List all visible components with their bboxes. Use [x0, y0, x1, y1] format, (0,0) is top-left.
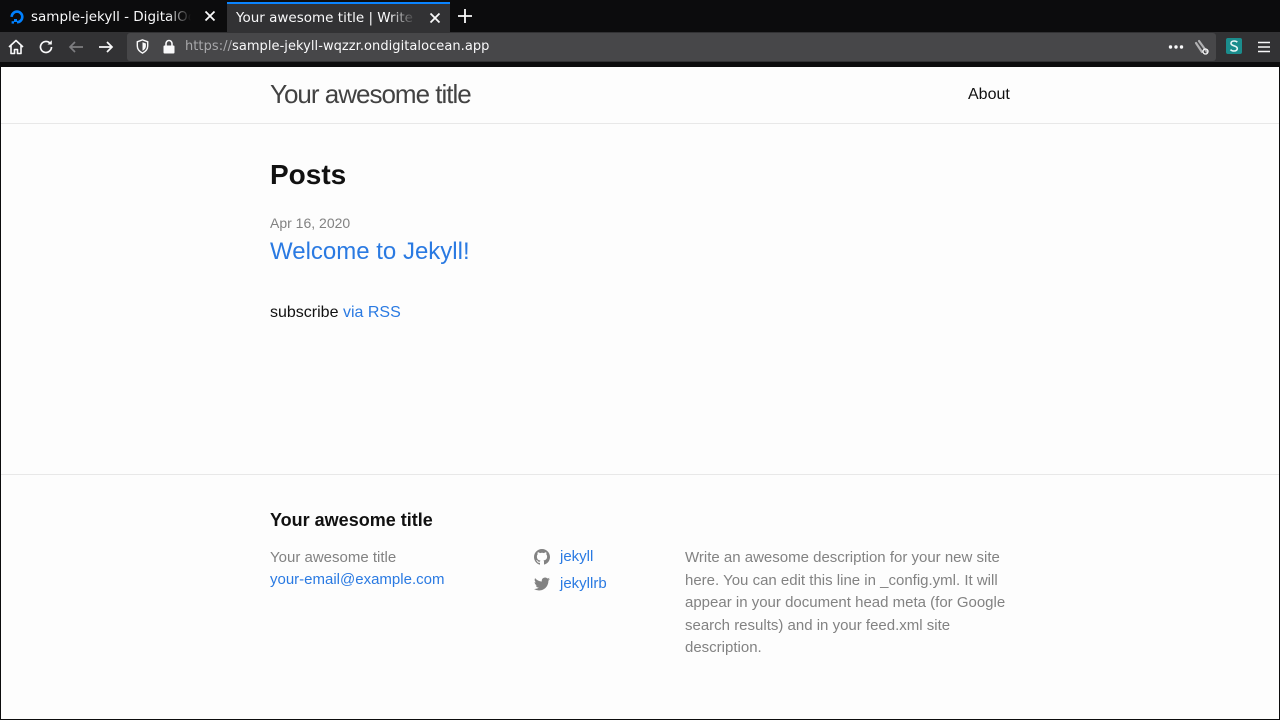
post-title-link[interactable]: Welcome to Jekyll! — [270, 238, 470, 266]
url-protocol: https:// — [185, 39, 232, 54]
tab-title: Your awesome title | Write an awesome de… — [236, 10, 416, 26]
forward-arrow-icon[interactable] — [97, 38, 115, 56]
page-actions-ellipsis-icon[interactable] — [1168, 44, 1184, 50]
twitter-username: jekyllrb — [560, 575, 607, 592]
tab-strip: sample-jekyll - DigitalOcean Your awesom… — [0, 0, 1280, 32]
footer-description: Write an awesome description for your ne… — [685, 549, 1006, 656]
tab-active-page[interactable]: Your awesome title | Write an awesome de… — [227, 2, 450, 32]
url-bar[interactable]: https://sample-jekyll-wqzzr.ondigitaloce… — [127, 33, 1216, 61]
navigation-toolbar: https://sample-jekyll-wqzzr.ondigitaloce… — [0, 32, 1280, 62]
url-host: sample-jekyll-wqzzr.ondigitalocean.app — [232, 39, 490, 54]
extension-s-icon[interactable] — [1225, 37, 1243, 55]
lock-icon[interactable] — [162, 39, 176, 54]
reload-icon[interactable] — [37, 38, 55, 56]
footer-email-link[interactable]: your-email@example.com — [270, 569, 444, 592]
footer-site-name: Your awesome title — [270, 549, 397, 566]
url-text[interactable]: https://sample-jekyll-wqzzr.ondigitaloce… — [185, 39, 489, 54]
digitalocean-icon — [10, 10, 24, 24]
github-username: jekyll — [560, 548, 594, 565]
rss-link[interactable]: via RSS — [343, 304, 401, 321]
tab-title: sample-jekyll - DigitalOcean — [31, 9, 191, 25]
site-header: Your awesome title About — [1, 67, 1279, 124]
close-icon[interactable] — [428, 11, 442, 25]
close-icon[interactable] — [203, 9, 217, 23]
back-arrow-icon[interactable] — [67, 38, 85, 56]
twitter-link[interactable]: jekyllrb — [534, 575, 607, 592]
subscribe-line: subscribe via RSS — [270, 304, 401, 322]
no-script-extension-icon[interactable] — [1193, 38, 1210, 56]
site-title-link[interactable]: Your awesome title — [270, 79, 472, 110]
github-icon — [534, 548, 550, 565]
site-footer: Your awesome title Your awesome title yo… — [1, 474, 1279, 719]
tab-digitalocean[interactable]: sample-jekyll - DigitalOcean — [0, 2, 225, 32]
twitter-icon — [534, 577, 550, 590]
post-date: Apr 16, 2020 — [270, 215, 351, 231]
page-viewport: Your awesome title About Posts Apr 16, 2… — [1, 67, 1279, 719]
posts-heading: Posts — [270, 159, 347, 190]
nav-about-link[interactable]: About — [968, 86, 1010, 104]
tracking-protection-shield-icon[interactable] — [134, 38, 151, 55]
new-tab-plus-icon[interactable] — [456, 7, 474, 25]
home-icon[interactable] — [7, 38, 25, 56]
footer-heading: Your awesome title — [270, 510, 433, 530]
github-link[interactable]: jekyll — [534, 548, 593, 565]
hamburger-menu-icon[interactable] — [1255, 38, 1273, 56]
subscribe-label: subscribe — [270, 304, 339, 321]
